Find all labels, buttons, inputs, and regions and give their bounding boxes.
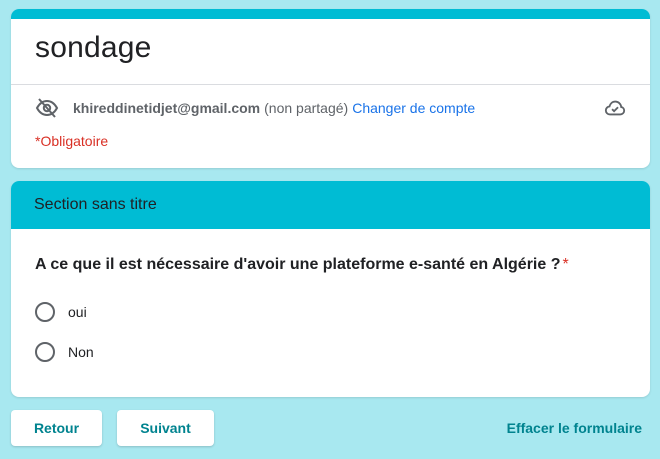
form-header-card: sondage khireddinetidjet@gmail.com (non … — [11, 9, 650, 168]
required-asterisk: * — [562, 256, 569, 273]
clear-form-link[interactable]: Effacer le formulaire — [507, 420, 642, 436]
radio-option-non[interactable]: Non — [35, 342, 94, 362]
account-email: khireddinetidjet@gmail.com — [73, 100, 261, 116]
next-button[interactable]: Suivant — [117, 410, 214, 446]
radio-label: oui — [68, 304, 87, 320]
switch-account-link[interactable]: Changer de compte — [352, 100, 475, 116]
back-button[interactable]: Retour — [11, 410, 102, 446]
section-title: Section sans titre — [11, 181, 650, 229]
required-note: *Obligatoire — [35, 133, 109, 149]
section-card: Section sans titre A ce que il est néces… — [11, 181, 650, 397]
question-text: A ce que il est nécessaire d'avoir une p… — [35, 256, 561, 273]
header-divider — [11, 84, 650, 85]
cloud-done-icon — [604, 97, 626, 119]
radio-button[interactable] — [35, 342, 55, 362]
radio-button[interactable] — [35, 302, 55, 322]
radio-option-oui[interactable]: oui — [35, 302, 87, 322]
header-accent-bar — [11, 9, 650, 19]
form-title: sondage — [35, 31, 152, 64]
account-row: khireddinetidjet@gmail.com (non partagé)… — [35, 97, 626, 119]
question-title: A ce que il est nécessaire d'avoir une p… — [35, 256, 569, 274]
account-share-note: (non partagé) — [264, 100, 349, 116]
eye-off-icon — [35, 96, 59, 120]
radio-label: Non — [68, 344, 94, 360]
